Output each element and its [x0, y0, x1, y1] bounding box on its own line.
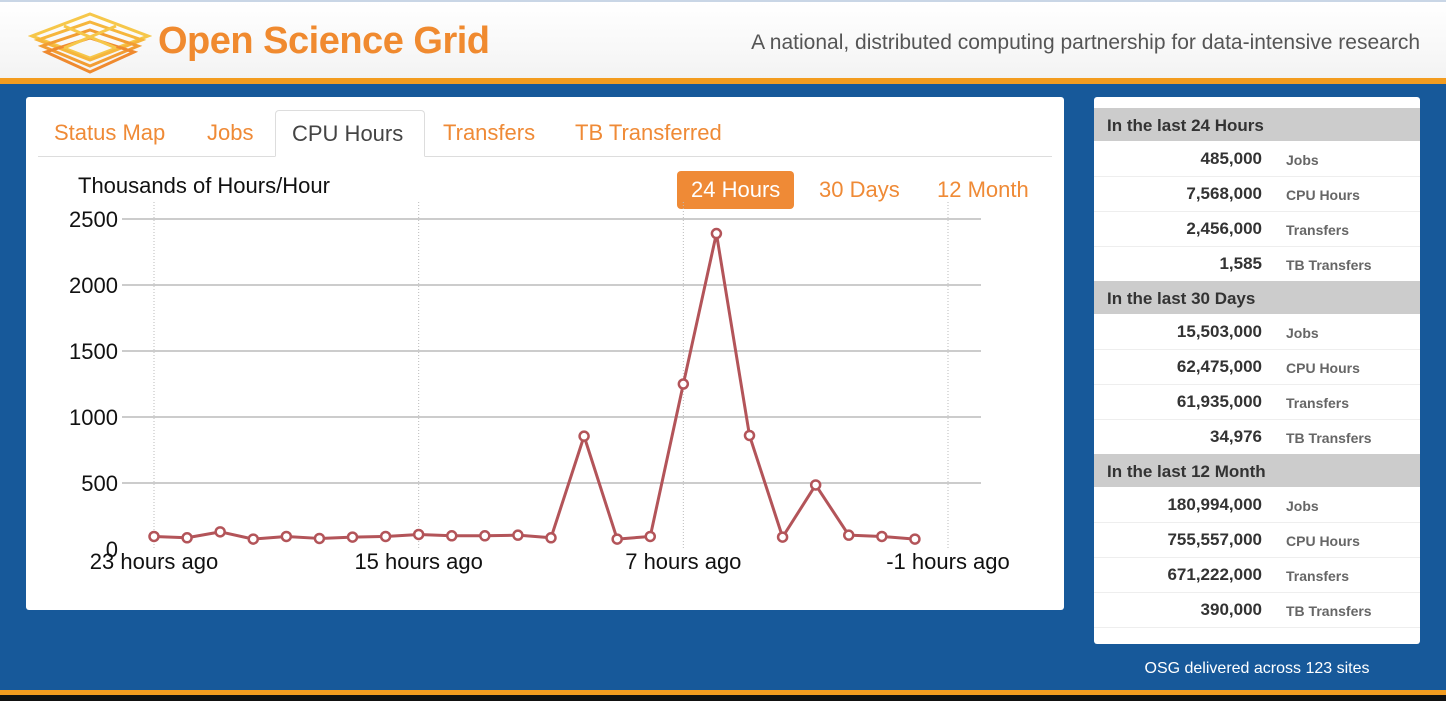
x-tick-label: 15 hours ago	[354, 549, 482, 574]
stat-label: Jobs	[1286, 498, 1319, 514]
stat-value: 755,557,000	[1167, 530, 1262, 549]
site-header: Open Science Grid A national, distribute…	[0, 0, 1446, 78]
data-point	[148, 530, 160, 543]
cpu-hours-line-chart: Thousands of Hours/Hour05001000150020002…	[69, 173, 1010, 574]
stats-section-heading: In the last 24 Hours	[1094, 108, 1420, 141]
stat-row: 755,557,000 CPU Hours	[1094, 522, 1420, 558]
x-tick-label: 23 hours ago	[90, 549, 218, 574]
stat-value: 1,585	[1219, 254, 1262, 273]
x-tick-label: -1 hours ago	[886, 549, 1010, 574]
stat-label: Transfers	[1286, 395, 1350, 411]
data-point	[346, 531, 359, 543]
header-divider	[0, 78, 1446, 84]
data-point	[412, 528, 425, 541]
data-point	[909, 533, 921, 545]
stat-value: 671,222,000	[1167, 565, 1262, 584]
stats-section-heading: In the last 30 Days	[1094, 281, 1420, 314]
data-point	[379, 530, 392, 543]
stat-value: 2,456,000	[1186, 219, 1262, 238]
stat-row: 1,585 TB Transfers	[1094, 246, 1420, 282]
brand-name[interactable]: Open Science Grid	[158, 20, 490, 63]
stat-value: 15,503,000	[1176, 322, 1262, 341]
data-point	[876, 530, 888, 543]
stat-label: CPU Hours	[1286, 533, 1360, 549]
stat-label: TB Transfers	[1286, 603, 1372, 619]
osg-logo-icon[interactable]	[28, 10, 152, 76]
data-point	[479, 530, 491, 542]
x-tick-label: 7 hours ago	[625, 549, 741, 574]
y-tick-label: 2500	[69, 207, 118, 232]
sites-summary: OSG delivered across 123 sites	[1144, 660, 1370, 677]
stat-row: 34,976 TB Transfers	[1094, 419, 1420, 455]
data-point	[776, 531, 789, 543]
stat-value: 62,475,000	[1176, 357, 1262, 376]
stat-label: Transfers	[1286, 222, 1350, 238]
data-point	[247, 533, 259, 545]
stats-section-heading: In the last 12 Month	[1094, 454, 1420, 487]
data-point	[809, 479, 822, 491]
data-point	[313, 532, 326, 545]
stat-value: 485,000	[1200, 149, 1262, 168]
stat-row: 62,475,000 CPU Hours	[1094, 349, 1420, 385]
y-axis-label: Thousands of Hours/Hour	[78, 173, 330, 198]
stats-panel: In the last 24 Hours 485,000 Jobs 7,568,000…	[1094, 97, 1420, 644]
stat-value: 7,568,000	[1186, 184, 1262, 203]
stat-label: Jobs	[1286, 152, 1319, 168]
stat-value: 61,935,000	[1176, 392, 1262, 411]
stat-value: 390,000	[1200, 600, 1262, 619]
stat-value: 34,976	[1210, 427, 1262, 446]
data-point	[578, 430, 590, 442]
stat-value: 180,994,000	[1167, 495, 1262, 514]
stat-row: 15,503,000 Jobs	[1094, 314, 1420, 350]
tagline: A national, distributed computing partne…	[751, 31, 1420, 54]
stat-row: 2,456,000 Transfers	[1094, 211, 1420, 247]
stat-label: TB Transfers	[1286, 257, 1372, 273]
stat-row: 180,994,000 Jobs	[1094, 487, 1420, 523]
footer-bar	[0, 695, 1446, 701]
data-point	[644, 530, 656, 543]
data-point	[743, 429, 756, 442]
data-point	[545, 532, 557, 544]
data-point	[677, 378, 690, 390]
data-point	[710, 227, 723, 240]
stat-row: 61,935,000 Transfers	[1094, 384, 1420, 420]
stat-label: CPU Hours	[1286, 360, 1360, 376]
y-tick-label: 1500	[69, 339, 118, 364]
stat-label: TB Transfers	[1286, 430, 1372, 446]
chart-panel: Status Map Jobs CPU Hours Transfers TB T…	[26, 97, 1064, 610]
data-point	[611, 533, 623, 545]
data-point	[181, 532, 193, 544]
y-tick-label: 2000	[69, 273, 118, 298]
stat-row: 7,568,000 CPU Hours	[1094, 176, 1420, 212]
data-point	[512, 529, 524, 541]
y-tick-label: 500	[81, 471, 118, 496]
stat-row: 671,222,000 Transfers	[1094, 557, 1420, 593]
data-point	[446, 530, 458, 542]
data-point	[214, 526, 226, 538]
data-point	[280, 530, 293, 543]
y-tick-label: 1000	[69, 405, 118, 430]
stat-row: 485,000 Jobs	[1094, 141, 1420, 177]
stat-label: Jobs	[1286, 325, 1319, 341]
data-point	[843, 529, 855, 541]
series-line	[153, 232, 916, 541]
stat-label: CPU Hours	[1286, 187, 1360, 203]
stat-row: 390,000 TB Transfers	[1094, 592, 1420, 628]
stat-label: Transfers	[1286, 568, 1350, 584]
